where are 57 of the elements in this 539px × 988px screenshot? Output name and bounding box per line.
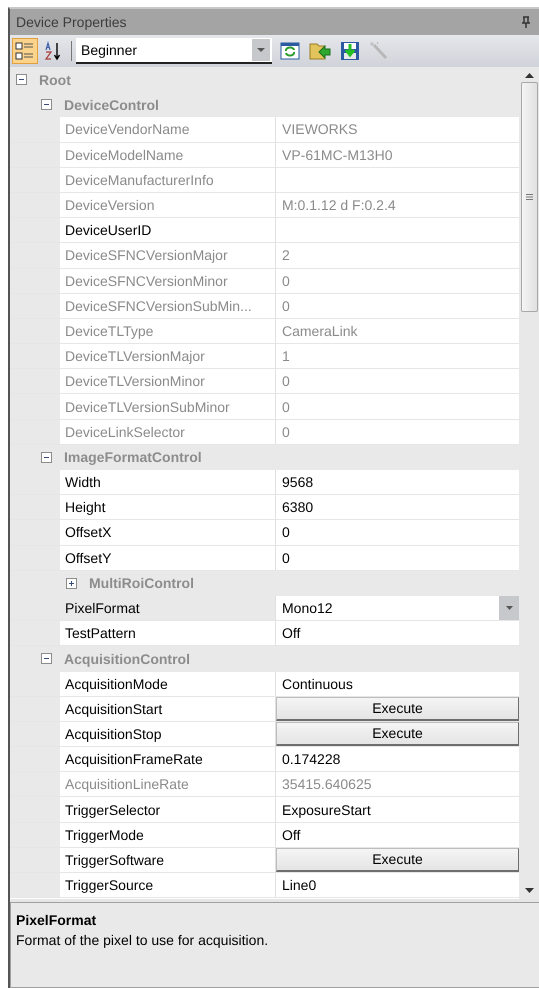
property-value: 1 [281, 348, 290, 364]
property-value: 0 [281, 272, 290, 289]
property-name[interactable]: Height [60, 495, 276, 520]
property-value: 2 [281, 247, 290, 264]
property-name[interactable]: PixelFormat [60, 596, 276, 620]
property-value[interactable]: 0 [276, 524, 290, 540]
scroll-up-icon[interactable] [524, 73, 534, 78]
execute-button[interactable]: Execute [276, 722, 519, 746]
description-title: PixelFormat [16, 912, 98, 928]
property-value[interactable]: Line0 [276, 877, 316, 894]
property-name[interactable]: Width [60, 470, 276, 494]
property-name[interactable]: OffsetY [60, 546, 276, 570]
scroll-thumb[interactable] [520, 82, 538, 312]
grip-icon [526, 194, 532, 200]
save-icon[interactable] [339, 40, 361, 62]
property-name[interactable]: TestPattern [60, 621, 276, 646]
property-value[interactable]: 6380 [276, 499, 314, 516]
property-name[interactable]: DeviceUserID [60, 218, 276, 242]
refresh-icon[interactable] [279, 40, 301, 62]
property-value: VP-61MC-M13H0 [281, 146, 392, 163]
execute-button[interactable]: Execute [276, 696, 519, 721]
property-name[interactable]: AcquisitionMode [60, 672, 276, 696]
property-value[interactable]: 0 [276, 550, 290, 566]
property-value: M:0.1.12 d F:0.2.4 [281, 197, 396, 214]
description-text: Format of the pixel to use for acquisition. [16, 932, 270, 948]
property-value[interactable]: ExposureStart [276, 802, 371, 818]
collapse-icon[interactable] [16, 74, 27, 86]
property-value[interactable]: Continuous [276, 676, 353, 692]
property-name[interactable]: AcquisitionFrameRate [60, 747, 276, 772]
categorized-button[interactable] [12, 38, 38, 64]
property-value[interactable]: Off [276, 826, 300, 843]
execute-button[interactable]: Execute [276, 848, 519, 872]
scrollbar[interactable] [519, 67, 539, 899]
property-value: 0 [281, 424, 290, 440]
scroll-down-icon[interactable] [524, 888, 534, 893]
expand-icon[interactable] [66, 578, 77, 589]
panel-title: Device Properties [16, 14, 128, 30]
value-dropdown[interactable]: Mono12 [276, 596, 519, 620]
property-value: 0 [281, 373, 290, 390]
property-value: 0 [281, 398, 290, 415]
property-value: 0 [281, 298, 290, 314]
visibility-dropdown[interactable]: Beginner [76, 38, 272, 64]
property-value[interactable]: Off [276, 625, 300, 642]
property-value: VIEWORKS [281, 121, 358, 138]
property-name[interactable]: TriggerSelector [60, 797, 276, 822]
collapse-icon[interactable] [41, 99, 52, 110]
property-name[interactable]: OffsetX [60, 520, 276, 545]
property-name[interactable]: TriggerSource [60, 873, 276, 898]
property-value: CameraLink [281, 322, 358, 339]
collapse-icon[interactable] [41, 452, 52, 463]
dropdown-arrow-icon[interactable] [257, 48, 265, 52]
property-name[interactable]: TriggerMode [60, 822, 276, 847]
property-value[interactable]: 0.174228 [276, 751, 340, 768]
property-value: 35415.640625 [281, 776, 372, 792]
pin-icon[interactable] [521, 16, 531, 28]
property-value[interactable]: 9568 [276, 474, 314, 490]
collapse-icon[interactable] [41, 653, 52, 664]
